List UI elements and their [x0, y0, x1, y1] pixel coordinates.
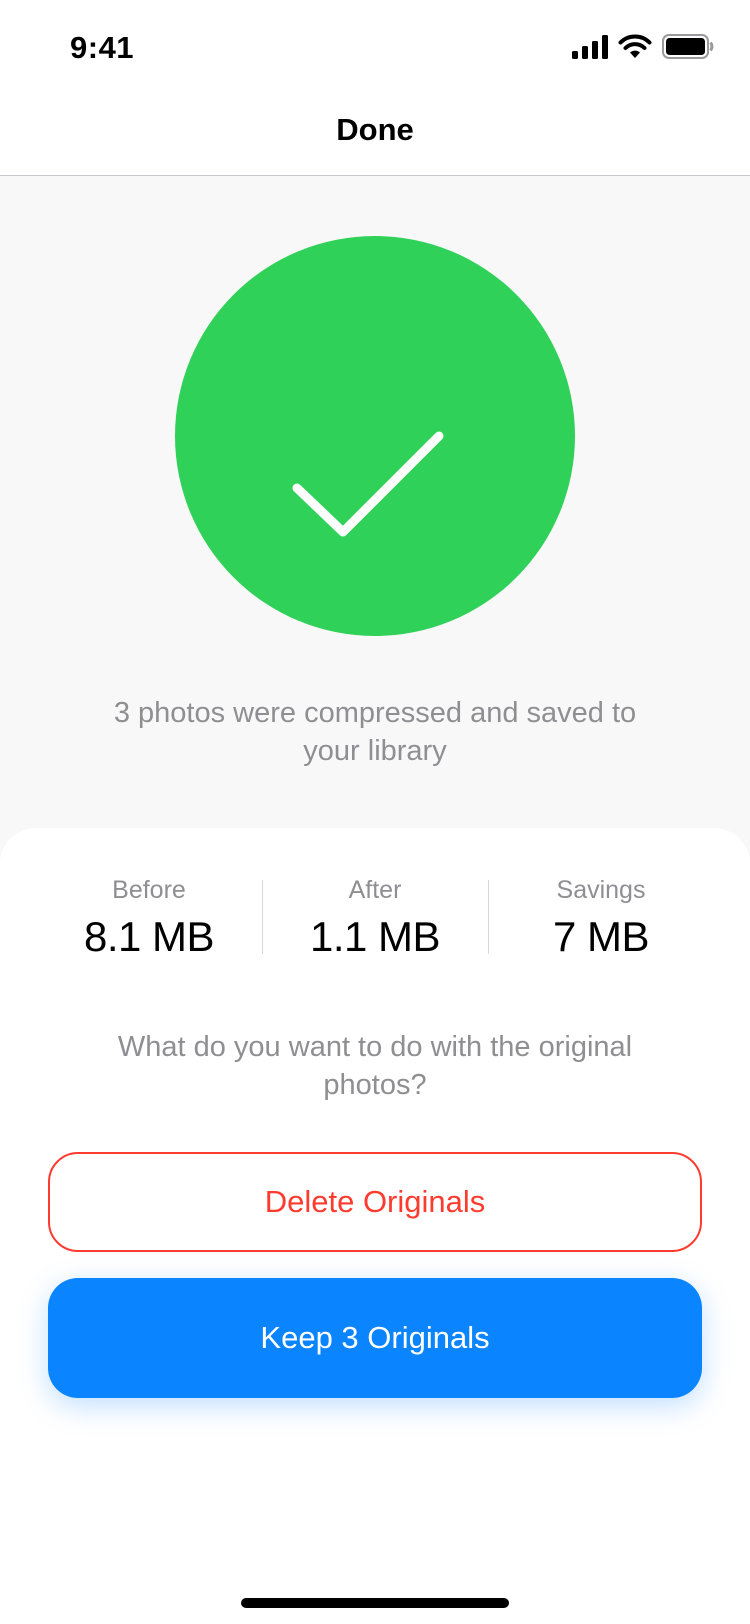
- status-bar: 9:41: [0, 0, 750, 88]
- wifi-icon: [618, 34, 652, 64]
- success-hero: 3 photos were compressed and saved to yo…: [0, 176, 750, 876]
- stat-value: 8.1 MB: [83, 913, 215, 960]
- status-icons: [572, 34, 714, 64]
- navigation-bar: Done: [0, 88, 750, 176]
- stat-label: Before: [112, 876, 186, 904]
- size-stats: Before 8.1 MB After 1.1 MB Savings 7 MB: [36, 868, 714, 978]
- stat-before: Before 8.1 MB: [36, 868, 262, 978]
- success-badge: [175, 236, 575, 636]
- originals-question: What do you want to do with the original…: [117, 1031, 633, 1101]
- stat-label: Savings: [556, 876, 646, 904]
- stat-savings: Savings 7 MB: [488, 868, 714, 978]
- stat-value: 1.1 MB: [309, 913, 441, 960]
- page-title: Done: [336, 112, 414, 147]
- battery-icon: [662, 34, 714, 64]
- stat-label: After: [348, 876, 402, 904]
- status-time: 9:41: [70, 30, 135, 65]
- cellular-signal-icon: [572, 34, 608, 64]
- home-indicator[interactable]: [241, 1598, 509, 1608]
- stat-value: 7 MB: [552, 913, 650, 960]
- keep-originals-button[interactable]: Keep 3 Originals: [48, 1278, 702, 1398]
- stat-after: After 1.1 MB: [262, 868, 488, 978]
- results-sheet: Before 8.1 MB After 1.1 MB Savings 7 MB …: [0, 828, 750, 1624]
- delete-originals-button[interactable]: Delete Originals: [48, 1152, 702, 1252]
- success-message: 3 photos were compressed and saved to yo…: [113, 697, 637, 767]
- checkmark-icon: [292, 431, 444, 537]
